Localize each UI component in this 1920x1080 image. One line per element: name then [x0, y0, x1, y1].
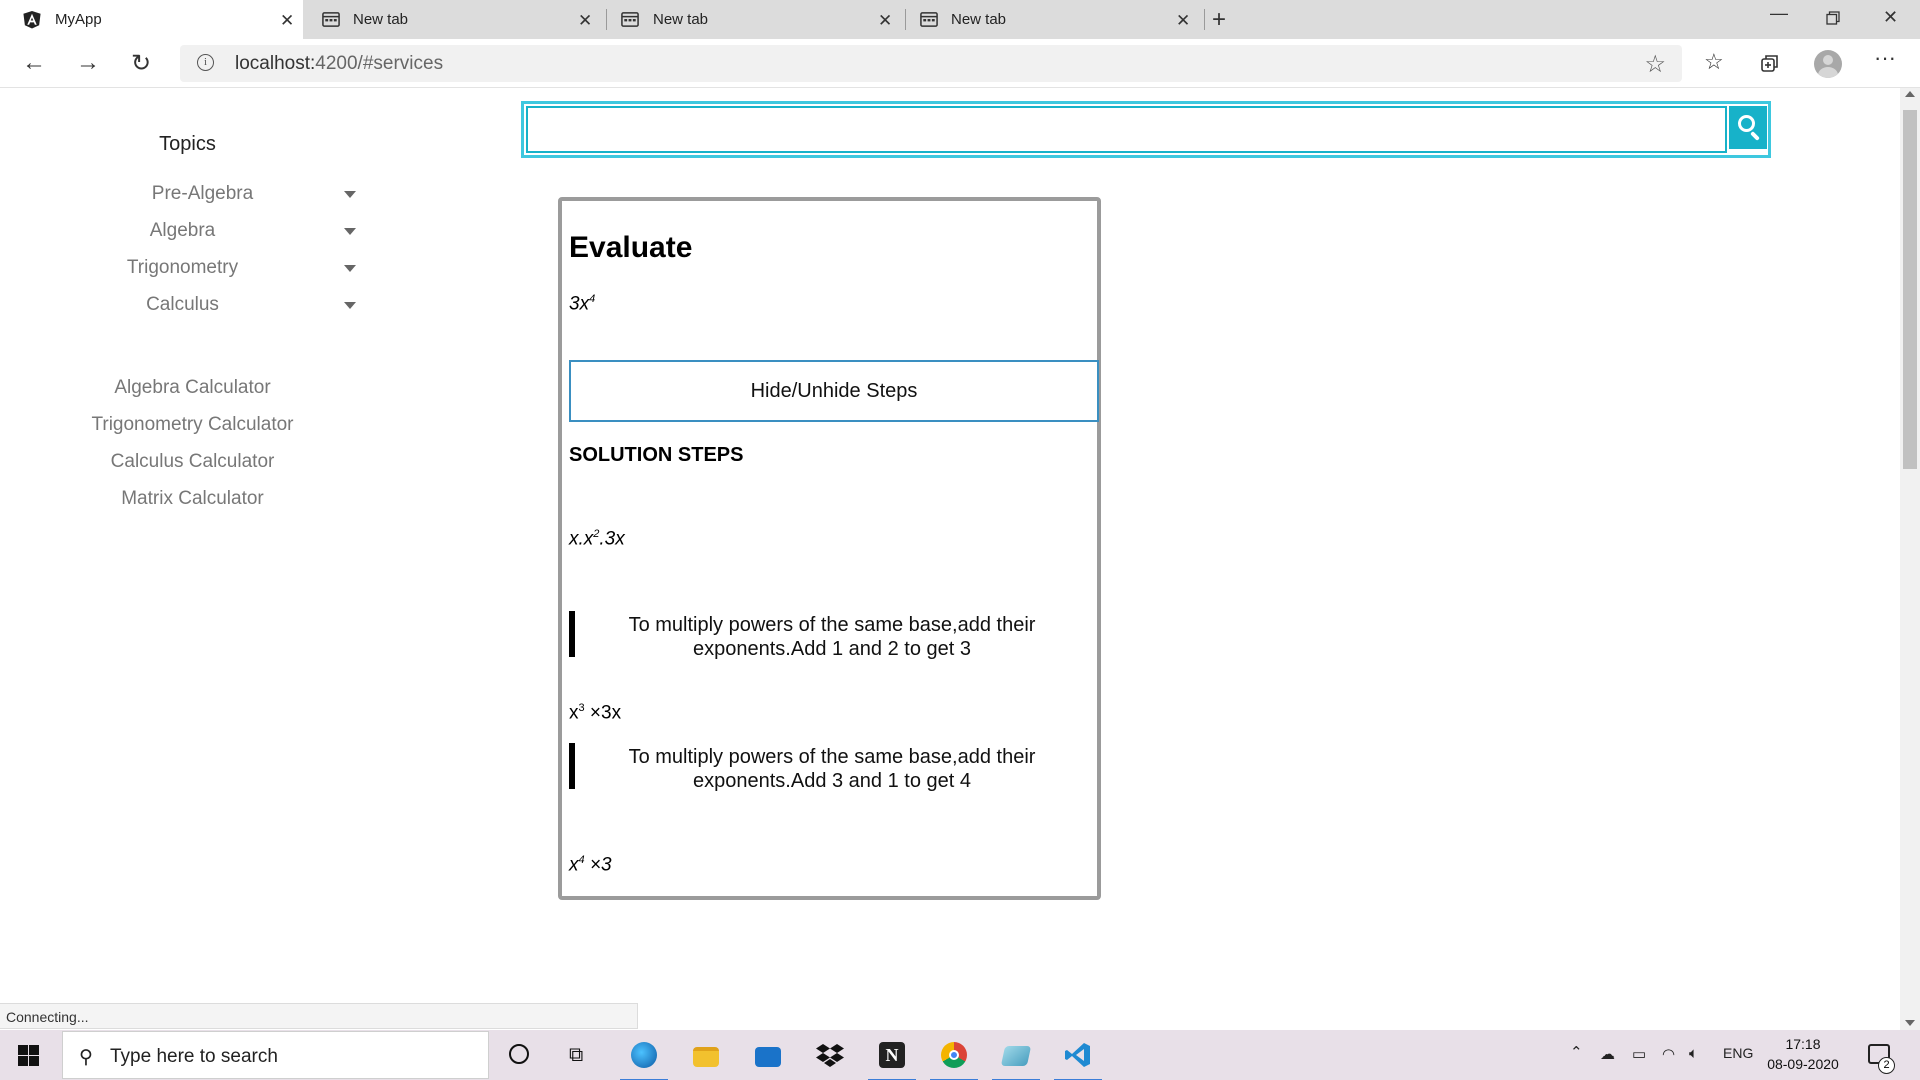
scroll-up-icon[interactable] — [1905, 91, 1915, 97]
tab-new-tab[interactable]: New tab ✕ — [606, 0, 906, 39]
link-calculus-calculator[interactable]: Calculus Calculator — [50, 451, 335, 473]
favorite-star-icon[interactable]: ☆ — [1644, 50, 1666, 79]
notion-icon[interactable]: N — [868, 1038, 916, 1080]
notification-count-badge: 2 — [1878, 1057, 1895, 1074]
forward-arrow-icon[interactable]: → — [76, 49, 100, 77]
topic-label: Pre-Algebra — [151, 183, 254, 204]
cortana-icon[interactable] — [509, 1044, 529, 1064]
app-icon[interactable] — [992, 1038, 1040, 1080]
caret-down-icon[interactable] — [344, 265, 356, 272]
sidebar-item-trigonometry[interactable]: Trigonometry — [95, 257, 365, 287]
link-trigonometry-calculator[interactable]: Trigonometry Calculator — [50, 414, 335, 436]
link-algebra-calculator[interactable]: Algebra Calculator — [50, 377, 335, 399]
clock[interactable]: 17:18 08-09-2020 — [1762, 1034, 1844, 1074]
tab-title: New tab — [653, 11, 709, 28]
search-button[interactable] — [1729, 106, 1767, 149]
tab-title: New tab — [951, 11, 1007, 28]
wifi-icon[interactable]: ◠ — [1662, 1045, 1675, 1063]
url-path: 4200/#services — [315, 53, 444, 74]
status-bar: Connecting... — [0, 1003, 638, 1029]
close-window-icon[interactable]: ✕ — [1883, 7, 1898, 28]
step-expression: x.x2.3x — [569, 528, 625, 550]
onedrive-icon[interactable]: ☁ — [1600, 1045, 1615, 1063]
volume-icon[interactable]: 🔈︎ — [1689, 1045, 1698, 1062]
vertical-scrollbar[interactable] — [1900, 88, 1920, 1030]
problem-expression: 3x4 — [569, 293, 596, 315]
tab-new-tab[interactable]: New tab ✕ — [905, 0, 1205, 39]
windows-start-icon[interactable] — [18, 1045, 39, 1066]
restore-icon[interactable] — [1826, 11, 1840, 25]
scrollbar-thumb[interactable] — [1903, 110, 1917, 469]
mail-icon[interactable] — [750, 1038, 786, 1074]
page-icon — [621, 12, 639, 27]
url-host: localhost: — [235, 53, 316, 74]
taskbar-search[interactable]: ⚲ Type here to search — [62, 1031, 489, 1079]
close-icon[interactable]: ✕ — [878, 11, 892, 31]
sidebar-item-algebra[interactable]: Algebra — [95, 220, 365, 250]
address-bar[interactable]: i localhost:4200/#services ☆ — [180, 45, 1682, 82]
windows-taskbar: ⚲ Type here to search ⧉ N ⌃ ☁ ▭ ◠ 🔈︎ ENG… — [0, 1030, 1920, 1080]
step-expression: x3 ×3x — [569, 702, 622, 724]
search-icon — [1738, 115, 1755, 132]
back-arrow-icon[interactable]: ← — [22, 49, 46, 77]
close-icon[interactable]: ✕ — [578, 11, 592, 31]
solution-steps-heading: SOLUTION STEPS — [569, 444, 744, 466]
step-expression: x4 ×3 — [569, 854, 612, 876]
dropbox-icon[interactable] — [812, 1038, 848, 1074]
angular-icon — [23, 10, 41, 29]
refresh-icon[interactable]: ↻ — [131, 49, 151, 78]
topic-label: Algebra — [149, 220, 216, 241]
sidebar-title: Topics — [159, 133, 216, 155]
page-icon — [920, 12, 938, 27]
link-matrix-calculator[interactable]: Matrix Calculator — [50, 488, 335, 510]
language-indicator[interactable]: ENG — [1723, 1045, 1753, 1061]
evaluate-heading: Evaluate — [569, 231, 693, 264]
page-icon — [322, 12, 340, 27]
topic-label: Calculus — [146, 294, 219, 315]
clock-date: 08-09-2020 — [1767, 1056, 1839, 1072]
taskbar-search-placeholder: Type here to search — [110, 1046, 278, 1067]
file-explorer-icon[interactable] — [688, 1038, 724, 1074]
topic-label: Trigonometry — [126, 257, 239, 278]
battery-icon[interactable]: ▭ — [1632, 1045, 1646, 1063]
step-explanation: To multiply powers of the same base,add … — [628, 746, 1036, 792]
search-box — [521, 101, 1771, 158]
tab-title: MyApp — [55, 11, 102, 28]
new-tab-button[interactable]: + — [1212, 6, 1226, 34]
more-options-icon[interactable]: ··· — [1874, 45, 1896, 71]
close-icon[interactable]: ✕ — [280, 11, 294, 31]
caret-down-icon[interactable] — [344, 228, 356, 235]
edge-icon[interactable] — [620, 1038, 668, 1080]
solution-card: Evaluate 3x4 Hide/Unhide Steps SOLUTION … — [558, 197, 1101, 900]
scroll-down-icon[interactable] — [1905, 1020, 1915, 1026]
vscode-icon[interactable] — [1054, 1038, 1102, 1080]
browser-tab-strip: MyApp ✕ New tab ✕ New tab ✕ New tab ✕ + — [0, 0, 1920, 39]
browser-toolbar: ← → ↻ i localhost:4200/#services ☆ ☆ ··· — [0, 39, 1920, 88]
step-explanation: To multiply powers of the same base,add … — [628, 614, 1036, 660]
favorites-list-icon[interactable]: ☆ — [1704, 49, 1724, 75]
info-icon[interactable]: i — [197, 54, 214, 71]
toggle-steps-button[interactable]: Hide/Unhide Steps — [569, 360, 1099, 422]
tab-divider — [1204, 9, 1205, 30]
profile-avatar[interactable] — [1814, 50, 1842, 78]
close-icon[interactable]: ✕ — [1176, 11, 1190, 31]
clock-time: 17:18 — [1785, 1036, 1821, 1052]
show-hidden-icons-chevron-icon[interactable]: ⌃ — [1570, 1043, 1583, 1061]
sidebar-item-pre-algebra[interactable]: Pre-Algebra — [95, 183, 365, 213]
sidebar-item-calculus[interactable]: Calculus — [95, 294, 365, 324]
search-icon: ⚲ — [79, 1047, 93, 1068]
task-view-icon[interactable]: ⧉ — [569, 1044, 583, 1067]
search-input[interactable] — [526, 106, 1727, 153]
tab-title: New tab — [353, 11, 409, 28]
tab-myapp[interactable]: MyApp ✕ — [0, 0, 303, 39]
step-indicator-bar — [569, 743, 575, 789]
collections-icon[interactable] — [1760, 53, 1780, 73]
step-indicator-bar — [569, 611, 575, 657]
tab-new-tab[interactable]: New tab ✕ — [303, 0, 603, 39]
chrome-icon[interactable] — [930, 1038, 978, 1080]
url-text[interactable]: localhost:4200/#services — [235, 53, 443, 75]
minimize-icon[interactable]: — — [1770, 3, 1788, 24]
caret-down-icon[interactable] — [344, 302, 356, 309]
caret-down-icon[interactable] — [344, 191, 356, 198]
